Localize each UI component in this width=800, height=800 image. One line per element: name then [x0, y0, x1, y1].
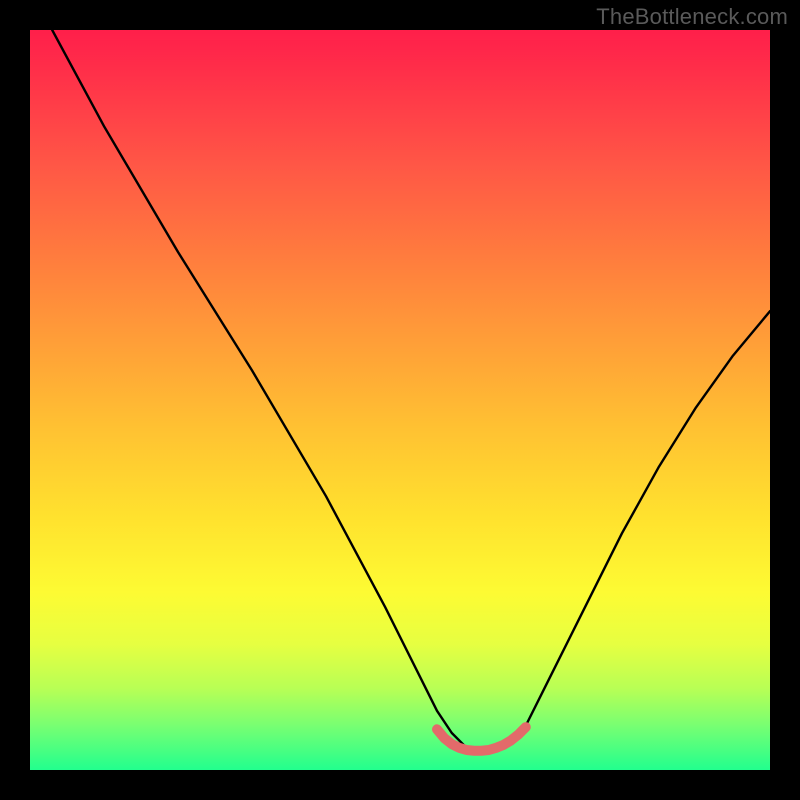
watermark-text: TheBottleneck.com — [596, 4, 788, 30]
main-curve-path — [52, 30, 770, 748]
chart-frame: TheBottleneck.com — [0, 0, 800, 800]
chart-overlay — [30, 30, 770, 770]
plot-area — [30, 30, 770, 770]
